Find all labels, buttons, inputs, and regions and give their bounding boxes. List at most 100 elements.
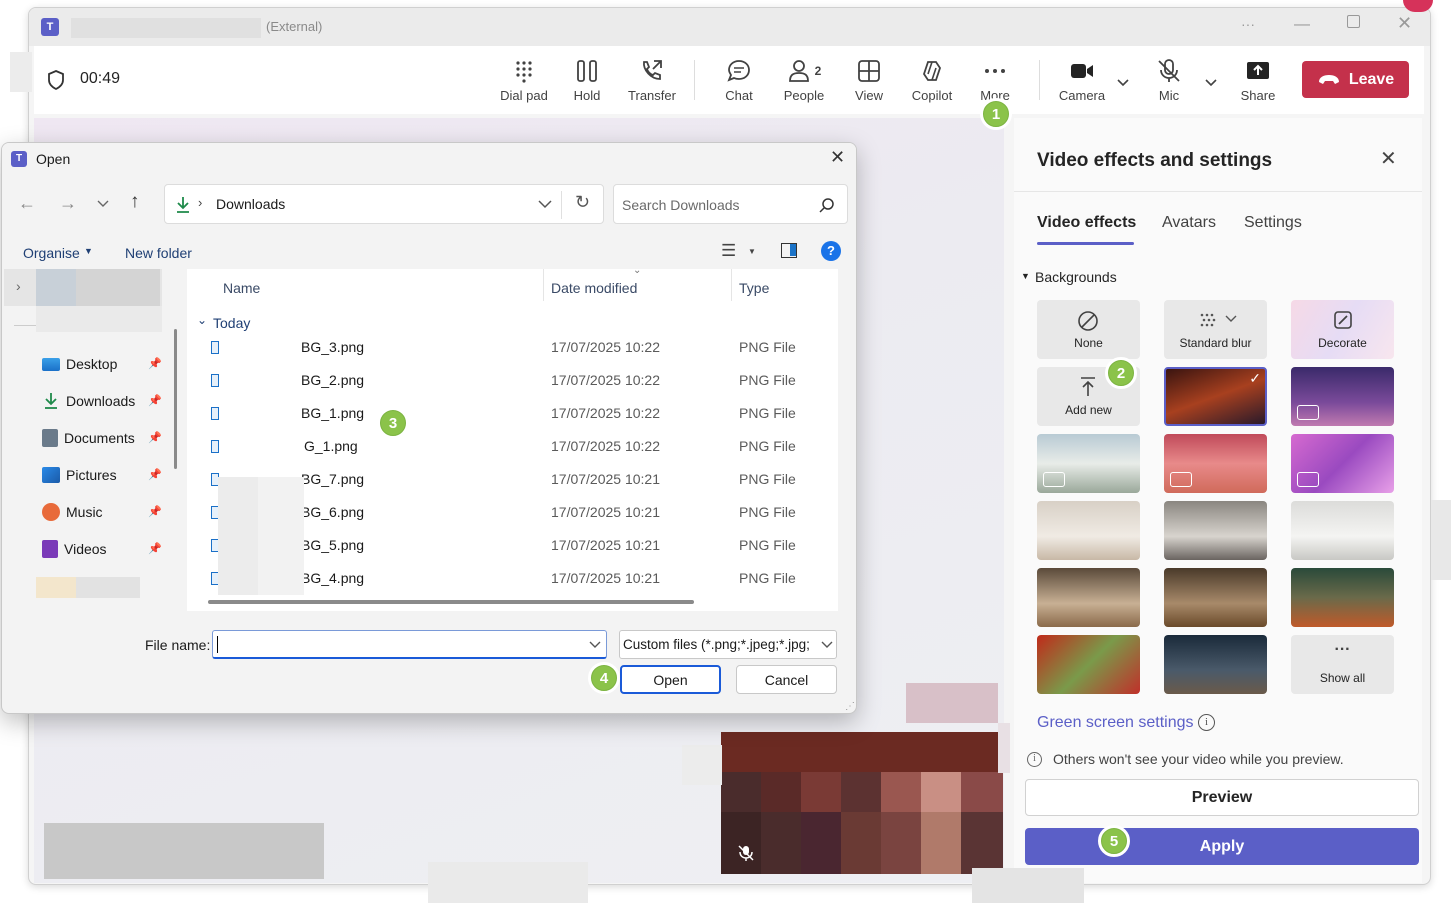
copilot-button[interactable]: Copilot xyxy=(904,46,960,114)
background-tile[interactable] xyxy=(1164,434,1267,493)
leave-button[interactable]: Leave xyxy=(1302,61,1409,98)
file-name-input[interactable] xyxy=(212,630,607,659)
people-button[interactable]: 2 People xyxy=(774,46,834,114)
tab-avatars[interactable]: Avatars xyxy=(1162,214,1216,232)
callout-1: 1 xyxy=(980,98,1012,130)
call-timer: 00:49 xyxy=(80,70,121,87)
apply-button[interactable]: Apply xyxy=(1025,828,1419,865)
nav-pictures[interactable]: Pictures xyxy=(42,460,117,490)
mic-button[interactable]: Mic xyxy=(1144,46,1194,114)
close-icon[interactable]: ✕ xyxy=(1397,13,1412,34)
view-button[interactable]: View xyxy=(844,46,894,114)
view-options-chevron-icon[interactable]: ▼ xyxy=(748,247,756,256)
nav-music[interactable]: Music xyxy=(42,497,103,527)
background-tile[interactable] xyxy=(1291,434,1394,493)
recent-locations-chevron-icon[interactable] xyxy=(97,200,109,208)
group-collapse-icon[interactable]: ⌄ xyxy=(197,313,207,327)
mic-options-chevron-icon[interactable] xyxy=(1204,78,1218,88)
file-type-dropdown-icon[interactable] xyxy=(821,641,833,649)
nav-desktop[interactable]: Desktop xyxy=(42,349,117,379)
tab-settings[interactable]: Settings xyxy=(1244,214,1302,232)
column-divider[interactable] xyxy=(543,269,544,301)
forward-arrow-icon[interactable]: → xyxy=(59,193,77,214)
camera-options-chevron-icon[interactable] xyxy=(1116,78,1130,88)
cancel-button[interactable]: Cancel xyxy=(736,665,837,694)
minimize-icon[interactable]: — xyxy=(1294,16,1310,34)
address-dropdown-icon[interactable] xyxy=(538,200,552,209)
address-path: Downloads xyxy=(216,196,286,212)
dial-pad-button[interactable]: Dial pad xyxy=(494,46,554,114)
back-arrow-icon[interactable]: ← xyxy=(18,193,36,214)
background-tile[interactable] xyxy=(1164,501,1267,560)
background-tile[interactable] xyxy=(1164,635,1267,694)
open-button[interactable]: Open xyxy=(620,665,721,694)
maximize-icon[interactable] xyxy=(1347,15,1360,28)
dial-pad-icon xyxy=(516,60,532,83)
dialog-close-icon[interactable]: ✕ xyxy=(830,147,845,168)
column-date-modified[interactable]: Date modified xyxy=(551,280,637,296)
file-type: PNG File xyxy=(739,438,796,454)
video-effects-panel: Video effects and settings ✕ Video effec… xyxy=(1014,118,1422,883)
nav-documents[interactable]: Documents xyxy=(42,423,135,453)
up-arrow-icon[interactable]: ↑ xyxy=(130,191,140,213)
address-bar[interactable]: › Downloads ↻ xyxy=(164,184,604,224)
panel-close-icon[interactable]: ✕ xyxy=(1380,146,1397,171)
horizontal-scrollbar-thumb[interactable] xyxy=(208,600,694,604)
nav-videos[interactable]: Videos xyxy=(42,534,107,564)
background-selected-tile[interactable]: ✓ xyxy=(1164,367,1267,426)
quick-access-header[interactable]: › xyxy=(4,269,162,306)
nav-divider xyxy=(14,325,36,326)
backgrounds-collapse-icon[interactable]: ▼ xyxy=(1021,271,1030,281)
file-name: BG_4.png xyxy=(301,570,365,586)
background-tile[interactable] xyxy=(1037,635,1140,694)
chat-button[interactable]: Chat xyxy=(714,46,764,114)
info-icon[interactable]: i xyxy=(1198,714,1215,731)
organise-menu[interactable]: Organise xyxy=(23,245,80,261)
background-tile[interactable] xyxy=(1291,568,1394,627)
help-icon[interactable]: ? xyxy=(821,241,841,261)
background-tile[interactable] xyxy=(1037,434,1140,493)
teams-logo-icon: T xyxy=(11,151,27,167)
nav-downloads[interactable]: Downloads xyxy=(42,386,135,416)
tab-video-effects[interactable]: Video effects xyxy=(1037,214,1136,232)
background-tile[interactable] xyxy=(1291,501,1394,560)
search-box[interactable]: Search Downloads xyxy=(613,184,848,224)
selected-check-icon: ✓ xyxy=(1249,370,1261,386)
preview-button[interactable]: Preview xyxy=(1025,779,1419,816)
file-row[interactable]: BG_3.png 17/07/2025 10:22 PNG File xyxy=(187,331,837,364)
background-tile[interactable] xyxy=(1037,501,1140,560)
nav-scrollbar-thumb[interactable] xyxy=(174,329,177,469)
file-row[interactable]: BG_2.png 17/07/2025 10:22 PNG File xyxy=(187,364,837,397)
background-blur-tile[interactable]: Standard blur xyxy=(1164,300,1267,359)
file-row[interactable]: G_1.png 17/07/2025 10:22 PNG File xyxy=(187,430,837,463)
background-none-tile[interactable]: None xyxy=(1037,300,1140,359)
column-name[interactable]: Name xyxy=(223,280,260,296)
file-row[interactable]: BG_1.png 17/07/2025 10:22 PNG File xyxy=(187,397,837,430)
background-tile[interactable] xyxy=(1037,568,1140,627)
hold-button[interactable]: Hold xyxy=(562,46,612,114)
refresh-icon[interactable]: ↻ xyxy=(575,192,590,213)
more-options-icon[interactable]: ··· xyxy=(1241,16,1255,32)
camera-button[interactable]: Camera xyxy=(1054,46,1110,114)
background-tile[interactable] xyxy=(1291,367,1394,426)
blur-options-chevron-icon[interactable] xyxy=(1225,315,1237,323)
show-all-tile[interactable]: ··· Show all xyxy=(1291,635,1394,694)
resize-grip-icon[interactable]: ⋰ xyxy=(845,701,855,712)
column-divider[interactable] xyxy=(731,269,732,301)
column-type[interactable]: Type xyxy=(739,280,769,296)
new-folder-button[interactable]: New folder xyxy=(125,245,192,261)
share-button[interactable]: Share xyxy=(1234,46,1282,114)
preview-note: Others won't see your video while you pr… xyxy=(1053,751,1344,767)
background-tile[interactable] xyxy=(1164,568,1267,627)
open-file-dialog: T Open ✕ ← → ↑ › Downloads ↻ Search Down… xyxy=(1,142,857,714)
redacted-title xyxy=(71,18,261,38)
file-type-select[interactable]: Custom files (*.png;*.jpeg;*.jpg; xyxy=(619,630,837,659)
background-decorate-tile[interactable]: Decorate xyxy=(1291,300,1394,359)
file-name-dropdown-icon[interactable] xyxy=(589,641,601,649)
file-type: PNG File xyxy=(739,537,796,553)
green-screen-settings-link[interactable]: Green screen settings xyxy=(1037,714,1194,732)
redacted-participant-name xyxy=(44,823,324,879)
transfer-button[interactable]: Transfer xyxy=(622,46,682,114)
view-options-icon[interactable]: ☰ xyxy=(721,241,736,261)
preview-pane-icon[interactable] xyxy=(781,243,797,258)
